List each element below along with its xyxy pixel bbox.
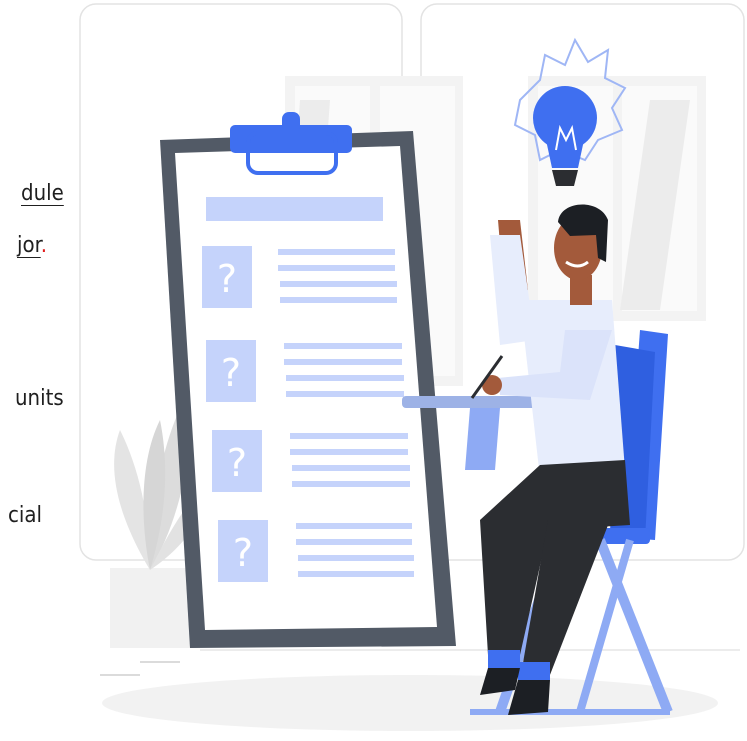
svg-text:?: ? — [217, 257, 237, 301]
svg-text:?: ? — [221, 351, 241, 395]
clipboard-icon: ? ? ? ? — [160, 112, 456, 648]
checklist-illustration: ? ? ? ? — [79, 3, 745, 731]
question-mark-icon: ? — [218, 520, 268, 582]
question-mark-icon: ? — [202, 246, 252, 308]
question-mark-icon: ? — [212, 430, 262, 492]
svg-text:?: ? — [227, 441, 247, 485]
question-mark-icon: ? — [206, 340, 256, 402]
svg-text:?: ? — [233, 531, 253, 575]
